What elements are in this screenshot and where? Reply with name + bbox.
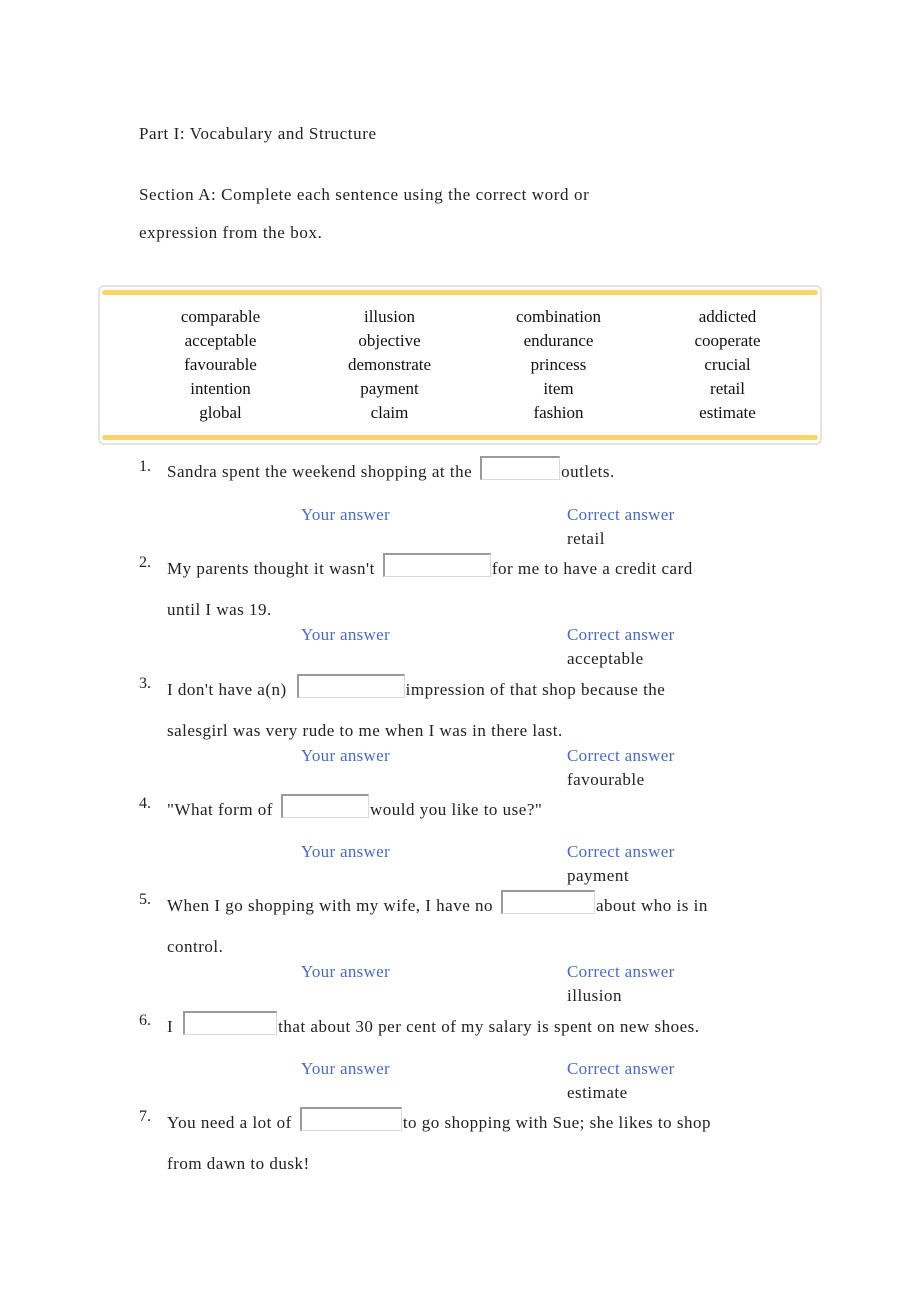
word-item: comparable: [180, 307, 261, 326]
question-number: 2.: [139, 554, 151, 571]
question-sentence: Sandra spent the weekend shopping at the…: [167, 456, 615, 482]
answer-blank-input[interactable]: [296, 674, 405, 698]
word-item: objective: [358, 331, 421, 350]
answer-blank-input[interactable]: [299, 1107, 402, 1131]
correct-answer-label: Correct answer: [567, 746, 675, 765]
question-sentence-continued: salesgirl was very rude to me when I was…: [167, 721, 563, 740]
word-item: estimate: [699, 403, 756, 422]
word-item: demonstrate: [347, 355, 432, 374]
sentence-before: You need a lot of: [167, 1113, 292, 1132]
answer-blank-input[interactable]: [183, 1011, 278, 1035]
sentence-after: for me to have a credit card: [491, 559, 693, 578]
your-answer-label: Your answer: [301, 505, 390, 524]
sentence-before: Sandra spent the weekend shopping at the: [167, 462, 473, 481]
word-item: favourable: [184, 355, 257, 374]
word-column: combination endurance princess item fash…: [474, 305, 643, 425]
section-instructions-line1: Section A: Complete each sentence using …: [139, 185, 590, 204]
correct-answer-label: Correct answer: [567, 625, 675, 644]
correct-answer-label: Correct answer: [567, 962, 675, 981]
section-instructions-line2: expression from the box.: [139, 223, 323, 242]
question-number: 7.: [139, 1108, 151, 1125]
word-item: acceptable: [184, 331, 257, 350]
sentence-after: impression of that shop because the: [405, 680, 666, 699]
question-sentence-continued: from dawn to dusk!: [167, 1154, 310, 1173]
correct-answer-value: favourable: [567, 770, 645, 789]
sentence-before: When I go shopping with my wife, I have …: [167, 896, 493, 915]
question-sentence-continued: control.: [167, 937, 224, 956]
your-answer-label: Your answer: [301, 1059, 390, 1078]
word-column: addicted cooperate crucial retail estima…: [643, 305, 812, 425]
question-sentence: When I go shopping with my wife, I have …: [167, 890, 708, 916]
word-item: retail: [710, 379, 745, 398]
sentence-before: I: [167, 1017, 174, 1036]
correct-answer-value: illusion: [567, 986, 623, 1005]
word-box-bottom-bar: [102, 435, 818, 440]
your-answer-label: Your answer: [301, 962, 390, 981]
question-sentence: "What form of would you like to use?": [167, 794, 543, 820]
correct-answer-value: acceptable: [567, 649, 644, 668]
word-box: comparable acceptable favourable intenti…: [98, 285, 822, 445]
question-number: 6.: [139, 1012, 151, 1029]
answer-blank-input[interactable]: [280, 794, 369, 818]
sentence-after: to go shopping with Sue; she likes to sh…: [402, 1113, 711, 1132]
word-box-top-bar: [102, 290, 818, 295]
sentence-before: "What form of: [167, 800, 273, 819]
sentence-after: that about 30 per cent of my salary is s…: [278, 1017, 700, 1036]
correct-answer-value: retail: [567, 529, 605, 548]
your-answer-label: Your answer: [301, 842, 390, 861]
answer-blank-input[interactable]: [501, 890, 595, 914]
correct-answer-value: payment: [567, 866, 630, 885]
question-sentence: My parents thought it wasn't for me to h…: [167, 553, 693, 579]
your-answer-label: Your answer: [301, 625, 390, 644]
word-item: claim: [370, 403, 409, 422]
question-number: 1.: [139, 458, 151, 475]
question-number: 3.: [139, 675, 151, 692]
part-title: Part I: Vocabulary and Structure: [139, 124, 377, 143]
word-column: illusion objective demonstrate payment c…: [305, 305, 474, 425]
question-sentence-continued: until I was 19.: [167, 600, 272, 619]
word-column: comparable acceptable favourable intenti…: [136, 305, 305, 425]
word-item: illusion: [363, 307, 415, 326]
answer-blank-input[interactable]: [480, 456, 561, 480]
correct-answer-label: Correct answer: [567, 1059, 675, 1078]
your-answer-label: Your answer: [301, 746, 390, 765]
word-item: item: [543, 379, 574, 398]
question-number: 5.: [139, 891, 151, 908]
question-number: 4.: [139, 795, 151, 812]
sentence-after: would you like to use?": [369, 800, 543, 819]
correct-answer-label: Correct answer: [567, 505, 675, 524]
sentence-after: about who is in: [596, 896, 708, 915]
sentence-before: My parents thought it wasn't: [167, 559, 375, 578]
word-item: princess: [530, 355, 587, 374]
word-item: cooperate: [694, 331, 761, 350]
word-item: fashion: [533, 403, 584, 422]
word-item: payment: [360, 379, 419, 398]
word-item: combination: [516, 307, 601, 326]
correct-answer-label: Correct answer: [567, 842, 675, 861]
word-item: intention: [190, 379, 251, 398]
answer-blank-input[interactable]: [382, 553, 491, 577]
word-item: global: [199, 403, 242, 422]
word-item: addicted: [698, 307, 757, 326]
sentence-before: I don't have a(n): [167, 680, 287, 699]
question-sentence: I don't have a(n) impression of that sho…: [167, 674, 666, 700]
question-sentence: I that about 30 per cent of my salary is…: [167, 1011, 700, 1037]
sentence-after: outlets.: [561, 462, 615, 481]
word-item: crucial: [704, 355, 751, 374]
question-sentence: You need a lot of to go shopping with Su…: [167, 1107, 711, 1133]
correct-answer-value: estimate: [567, 1083, 628, 1102]
word-item: endurance: [523, 331, 594, 350]
